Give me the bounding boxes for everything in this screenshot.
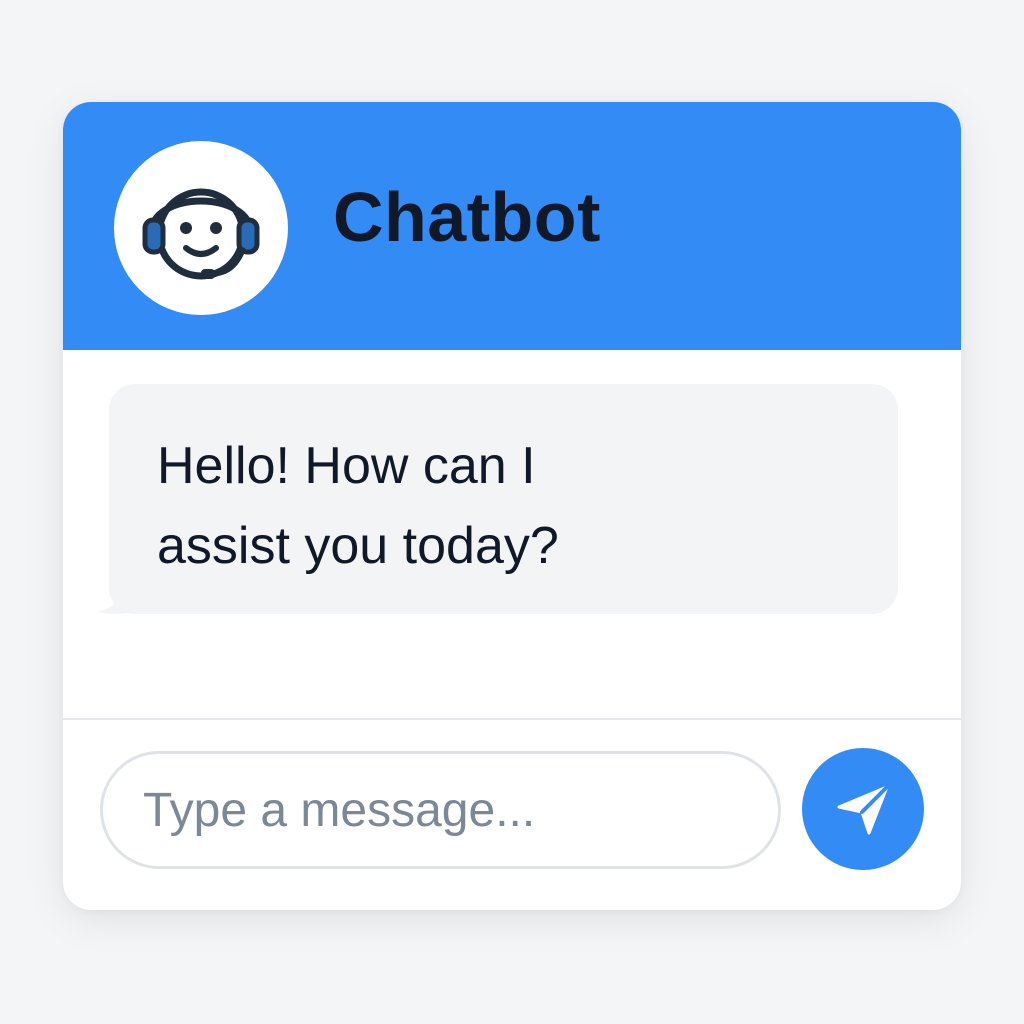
chat-widget: Chatbot Hello! How can I assist you toda… [63,102,961,910]
headset-bot-icon [142,188,260,280]
paper-plane-icon [837,785,889,835]
chat-header: Chatbot [63,102,961,350]
message-list: Hello! How can I assist you today? [63,350,961,718]
message-input[interactable] [100,751,781,869]
message-bubble: Hello! How can I assist you today? [109,384,898,614]
chat-title: Chatbot [333,178,601,256]
composer [63,720,961,910]
bot-message: Hello! How can I assist you today? [95,384,901,616]
message-line: Hello! How can I [157,437,536,495]
message-line: assist you today? [157,517,559,575]
bot-avatar [114,141,288,315]
send-button[interactable] [802,748,924,870]
